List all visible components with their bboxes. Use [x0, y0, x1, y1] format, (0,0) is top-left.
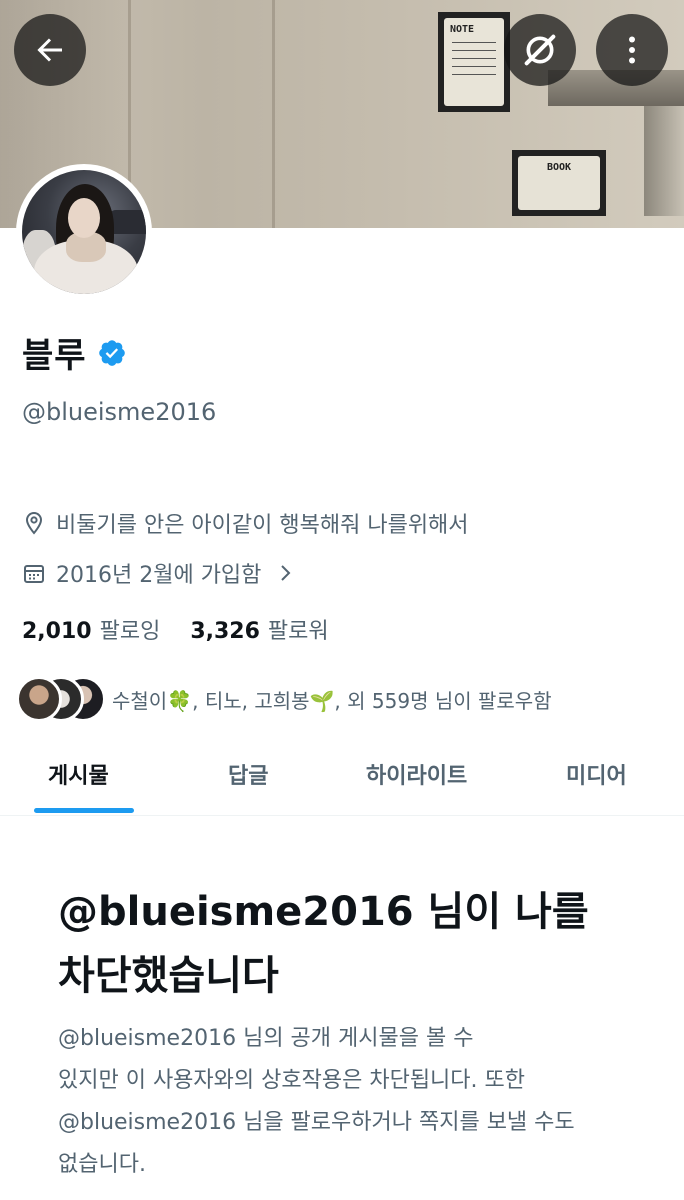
banner-book-card: BOOK — [512, 150, 606, 216]
followers-label: 팔로워 — [267, 619, 329, 644]
following-link[interactable]: 2,010 팔로잉 — [22, 613, 160, 645]
tab-posts[interactable]: 게시물 — [48, 758, 109, 790]
book-label: BOOK — [546, 162, 572, 173]
display-name: 블루 — [22, 336, 87, 376]
follower-avatar — [16, 676, 62, 722]
tab-media[interactable]: 미디어 — [566, 758, 627, 790]
calendar-icon — [24, 565, 44, 583]
grok-button[interactable] — [504, 14, 576, 86]
followers-you-know[interactable]: 수철이🍀, 티노, 고희봉🌱, 외 559명 님이 팔로우함 — [16, 676, 552, 722]
follower-avatars — [16, 676, 106, 722]
name-row: 블루 — [22, 328, 127, 377]
tab-highlights[interactable]: 하이라이트 — [366, 758, 467, 790]
location-text: 비둘기를 안은 아이같이 행복해줘 나를위해서 — [56, 513, 469, 538]
more-vertical-icon — [629, 36, 635, 64]
profile-location: 비둘기를 안은 아이같이 행복해줘 나를위해서 — [22, 507, 469, 539]
tab-replies[interactable]: 답글 — [228, 758, 268, 790]
active-tab-indicator — [34, 808, 134, 813]
joined-text: 2016년 2월에 가입함 — [56, 563, 262, 588]
profile-tabs: 게시물 답글 하이라이트 미디어 — [0, 740, 684, 816]
profile-joined-date[interactable]: 2016년 2월에 가입함 — [22, 557, 297, 589]
known-followers-text: 수철이🍀, 티노, 고희봉🌱, 외 559명 님이 팔로우함 — [112, 688, 552, 713]
following-count: 2,010 — [22, 619, 92, 644]
profile-avatar[interactable] — [16, 164, 152, 300]
location-pin-icon — [25, 511, 43, 535]
grok-icon — [524, 34, 556, 66]
chevron-right-icon — [281, 565, 291, 581]
blocked-body-line: 있지만 이 사용자와의 상호작용은 차단됩니다. 또한 — [58, 1068, 526, 1093]
blocked-title-line: 차단했습니다 — [58, 953, 279, 999]
follow-counts: 2,010 팔로잉 3,326 팔로워 — [22, 613, 329, 645]
blocked-title-line: @blueisme2016 님이 나를 — [58, 889, 589, 935]
blocked-body-line: 없습니다. — [58, 1152, 146, 1177]
blocked-body-line: @blueisme2016 님을 팔로우하거나 쪽지를 보낼 수도 — [58, 1110, 575, 1135]
arrow-left-icon — [37, 38, 62, 62]
blocked-title: @blueisme2016 님이 나를 차단했습니다 — [58, 880, 658, 1008]
back-button[interactable] — [14, 14, 86, 86]
followers-link[interactable]: 3,326 팔로워 — [190, 613, 328, 645]
blocked-description: @blueisme2016 님의 공개 게시물을 볼 수 있지만 이 사용자와의… — [58, 1018, 658, 1186]
banner-note-card: NOTE — [438, 12, 510, 112]
blocked-body-line: @blueisme2016 님의 공개 게시물을 볼 수 — [58, 1026, 474, 1051]
more-options-button[interactable] — [596, 14, 668, 86]
followers-count: 3,326 — [190, 619, 260, 644]
verified-badge-icon[interactable] — [97, 338, 127, 368]
note-label: NOTE — [450, 24, 475, 35]
profile-page: NOTE BOOK 블루 @blueisme2016 비둘기를 안은 아이같이 … — [0, 0, 684, 1200]
profile-handle: @blueisme2016 — [22, 398, 217, 426]
following-label: 팔로잉 — [99, 619, 161, 644]
